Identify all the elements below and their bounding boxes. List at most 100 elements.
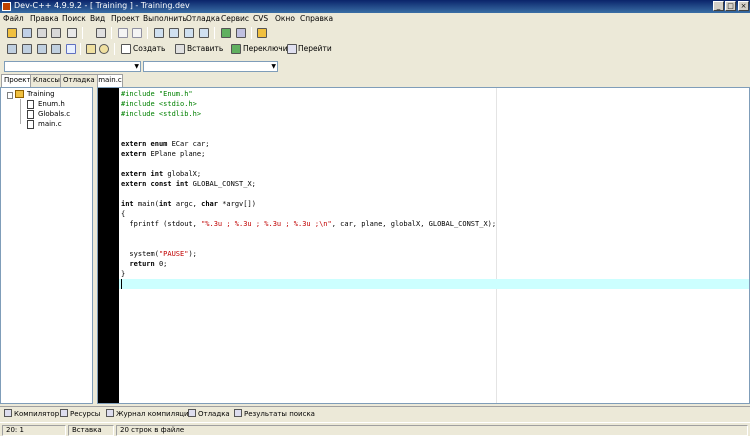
close-file-icon[interactable]: [67, 28, 77, 38]
editor-gutter: [98, 88, 119, 403]
code-line: extern enum ECar car;: [121, 140, 210, 148]
remove-from-project-icon[interactable]: [236, 28, 246, 38]
line-count: 20 строк в файле: [116, 425, 748, 436]
menu-edit[interactable]: Правка: [30, 14, 59, 23]
tree-item-project[interactable]: Training: [27, 90, 55, 98]
open-icon[interactable]: [22, 28, 32, 38]
minimize-button[interactable]: _: [713, 1, 724, 11]
save-all-icon[interactable]: [51, 28, 61, 38]
menu-window[interactable]: Окно: [275, 14, 295, 23]
separator: [251, 27, 252, 39]
create-button[interactable]: Создать: [133, 44, 165, 53]
menu-run[interactable]: Выполнить: [143, 14, 187, 23]
menu-tools[interactable]: Сервис: [221, 14, 249, 23]
insert-icon: [175, 44, 185, 54]
code-line: fprintf (stdout, "%.3u ; %.3u ; %.3u ; %…: [121, 220, 497, 228]
separator: [82, 27, 83, 39]
tab-debug-output[interactable]: Отладка: [188, 409, 230, 418]
separator: [147, 27, 148, 39]
secondary-toolbar: Создать Вставить Переключить Перейти: [0, 41, 750, 59]
compile-icon[interactable]: [7, 44, 17, 54]
resources-icon: [60, 409, 68, 417]
menu-debug[interactable]: Отладка: [186, 14, 220, 23]
code-line: extern const int GLOBAL_CONST_X;: [121, 180, 256, 188]
check-icon: [188, 409, 196, 417]
member-combo[interactable]: ▼: [143, 61, 278, 72]
menu-view[interactable]: Вид: [90, 14, 105, 23]
search-results-icon: [234, 409, 242, 417]
code-line: return 0;: [129, 260, 168, 268]
help-icon[interactable]: [86, 44, 96, 54]
rebuild-icon[interactable]: [51, 44, 61, 54]
right-margin-line: [496, 88, 497, 403]
chevron-down-icon: ▼: [271, 63, 276, 70]
cursor-position: 20: 1: [2, 425, 66, 436]
chart-icon: [106, 409, 114, 417]
tab-main-c[interactable]: main.c: [97, 74, 123, 87]
code-line: #include <stdlib.h>: [121, 110, 202, 118]
menu-file[interactable]: Файл: [3, 14, 24, 23]
separator: [214, 27, 215, 39]
code-line: }: [121, 270, 126, 278]
insert-button[interactable]: Вставить: [187, 44, 223, 53]
tree-item-file[interactable]: main.c: [38, 120, 62, 128]
add-to-project-icon[interactable]: [221, 28, 231, 38]
tab-resources[interactable]: Ресурсы: [60, 409, 100, 418]
close-button[interactable]: ×: [738, 1, 749, 11]
code-line: #include <stdio.h>: [121, 100, 197, 108]
run-icon[interactable]: [22, 44, 32, 54]
tab-resources-label: Ресурсы: [70, 410, 101, 418]
separator: [111, 27, 112, 39]
undo-icon[interactable]: [118, 28, 128, 38]
file-icon: [27, 120, 34, 129]
tree-connector: [20, 99, 21, 124]
menu-search[interactable]: Поиск: [62, 14, 86, 23]
separator: [80, 43, 81, 55]
find-next-icon[interactable]: [184, 28, 194, 38]
new-project-icon[interactable]: [7, 28, 17, 38]
file-icon: [27, 100, 34, 109]
goto-bookmark-icon: [287, 44, 297, 54]
insert-mode: Вставка: [68, 425, 114, 436]
title-bar: Dev-C++ 4.9.9.2 - [ Training ] - Trainin…: [0, 0, 750, 13]
code-line: system("PAUSE");: [121, 250, 197, 258]
project-panel: Проект Классы Отладка Training Enum.h Gl…: [0, 74, 98, 404]
tab-compile-log-label: Журнал компиляции: [116, 410, 194, 418]
tab-search-results[interactable]: Результаты поиска: [234, 409, 315, 418]
class-combo[interactable]: ▼: [4, 61, 141, 72]
redo-icon[interactable]: [132, 28, 142, 38]
menu-project[interactable]: Проект: [111, 14, 140, 23]
maximize-button[interactable]: □: [725, 1, 736, 11]
menu-cvs[interactable]: CVS: [253, 14, 268, 23]
main-toolbar: [0, 25, 750, 41]
save-icon[interactable]: [37, 28, 47, 38]
find-icon[interactable]: [154, 28, 164, 38]
tab-compiler[interactable]: Компилятор: [4, 409, 59, 418]
replace-icon[interactable]: [169, 28, 179, 38]
print-icon[interactable]: [96, 28, 106, 38]
project-options-icon[interactable]: [257, 28, 267, 38]
tab-project[interactable]: Проект: [1, 74, 34, 88]
tab-debug[interactable]: Отладка: [60, 74, 98, 87]
check-syntax-icon[interactable]: [66, 44, 76, 54]
goto-bookmark-button[interactable]: Перейти: [298, 44, 332, 53]
tree-item-file[interactable]: Enum.h: [38, 100, 65, 108]
code-line: extern int globalX;: [121, 170, 202, 178]
menu-help[interactable]: Справка: [300, 14, 333, 23]
chevron-down-icon: ▼: [134, 63, 139, 70]
app-icon: [2, 2, 11, 11]
goto-line-icon[interactable]: [199, 28, 209, 38]
collapse-toggle[interactable]: [7, 92, 13, 99]
tab-search-results-label: Результаты поиска: [244, 410, 315, 418]
about-icon[interactable]: [99, 44, 109, 54]
file-icon: [27, 110, 34, 119]
tab-classes[interactable]: Классы: [30, 74, 63, 87]
window-title: Dev-C++ 4.9.9.2 - [ Training ] - Trainin…: [14, 1, 190, 10]
compile-run-icon[interactable]: [37, 44, 47, 54]
menu-bar: Файл Правка Поиск Вид Проект Выполнить О…: [0, 13, 750, 25]
tree-item-file[interactable]: Globals.c: [38, 110, 70, 118]
toggle-bookmark-icon: [231, 44, 241, 54]
tab-compile-log[interactable]: Журнал компиляции: [106, 409, 193, 418]
code-line: int main(int argc, char *argv[]): [121, 200, 256, 208]
code-editor[interactable]: #include "Enum.h" #include <stdio.h> #incl…: [97, 87, 750, 404]
